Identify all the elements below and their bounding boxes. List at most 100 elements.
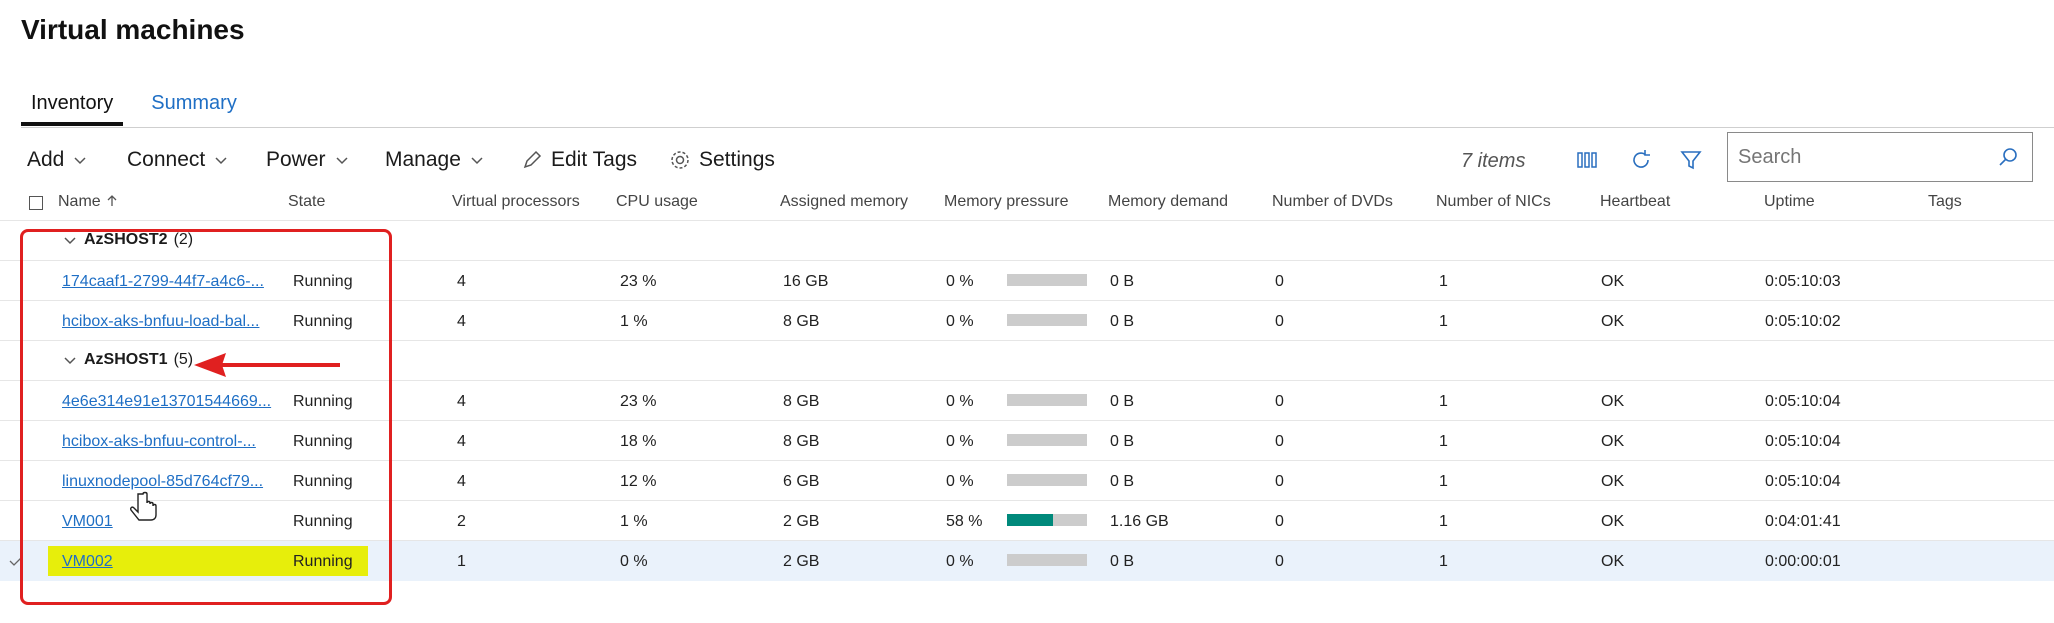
columns-icon[interactable] <box>1573 146 1601 174</box>
column-header-dvds[interactable]: Number of DVDs <box>1272 193 1393 211</box>
vproc-cell: 4 <box>457 313 466 330</box>
items-count: 7 items <box>1461 150 1526 172</box>
uptime-cell: 0:05:10:03 <box>1765 273 1841 290</box>
dvds-cell: 0 <box>1275 473 1284 490</box>
column-header-tags[interactable]: Tags <box>1928 193 1962 211</box>
tab-inventory[interactable]: Inventory <box>21 86 124 126</box>
vm-name-link[interactable]: linuxnodepool-85d764cf79... <box>62 473 263 491</box>
tab-summary[interactable]: Summary <box>141 86 247 126</box>
memory-cell: 16 GB <box>783 273 829 290</box>
demand-cell: 0 B <box>1110 313 1135 330</box>
table-row-selected[interactable]: VM002 Running 1 0 % 2 GB 0 % 0 B 0 1 OK … <box>0 540 2054 581</box>
page-title: Virtual machines <box>21 14 245 45</box>
dvds-cell: 0 <box>1275 273 1284 290</box>
uptime-cell: 0:00:00:01 <box>1765 553 1841 570</box>
group-row-azshost2[interactable]: AzSHOST2 (2) <box>0 220 2054 261</box>
table-row[interactable]: 4e6e314e91e13701544669... Running 4 23 %… <box>0 380 2054 421</box>
memory-pressure-bar <box>1007 474 1087 486</box>
dvds-cell: 0 <box>1275 393 1284 410</box>
table-row[interactable]: hcibox-aks-bnfuu-load-bal... Running 4 1… <box>0 300 2054 341</box>
nics-cell: 1 <box>1439 273 1448 290</box>
column-header-state[interactable]: State <box>288 193 325 211</box>
settings-button[interactable]: Settings <box>669 148 775 172</box>
memory-pressure-bar <box>1007 434 1087 446</box>
toolbar: Add Connect Power Manage Edit Tags Setti… <box>21 132 2040 186</box>
table-row[interactable]: linuxnodepool-85d764cf79... Running 4 12… <box>0 460 2054 501</box>
vm-name-link[interactable]: 4e6e314e91e13701544669... <box>62 393 271 411</box>
column-header-nics[interactable]: Number of NICs <box>1436 193 1551 211</box>
refresh-icon[interactable] <box>1627 146 1655 174</box>
vm-name-link[interactable]: VM002 <box>62 553 113 571</box>
column-header-name-label: Name <box>58 193 101 210</box>
table-row[interactable]: VM001 Running 2 1 % 2 GB 58 % 1.16 GB 0 … <box>0 500 2054 541</box>
uptime-cell: 0:05:10:04 <box>1765 433 1841 450</box>
table-row[interactable]: 174caaf1-2799-44f7-a4c6-... Running 4 23… <box>0 260 2054 301</box>
vm-name-link[interactable]: hcibox-aks-bnfuu-load-bal... <box>62 313 259 331</box>
pressure-cell: 0 % <box>946 433 974 450</box>
memory-pressure-fill <box>1007 514 1054 526</box>
cpu-cell: 23 % <box>620 273 657 290</box>
connect-label: Connect <box>127 148 206 171</box>
vm-name-link[interactable]: 174caaf1-2799-44f7-a4c6-... <box>62 273 264 291</box>
heartbeat-cell: OK <box>1601 473 1625 490</box>
state-cell: Running <box>293 553 353 570</box>
memory-cell: 2 GB <box>783 553 820 570</box>
state-cell: Running <box>293 273 353 290</box>
select-all-checkbox[interactable] <box>29 196 43 210</box>
group-name: AzSHOST1 <box>84 351 168 368</box>
tabs-divider <box>21 127 2054 128</box>
heartbeat-cell: OK <box>1601 313 1625 330</box>
pressure-cell: 58 % <box>946 513 983 530</box>
pressure-cell: 0 % <box>946 393 974 410</box>
vm-name-link[interactable]: hcibox-aks-bnfuu-control-... <box>62 433 256 451</box>
chevron-down-icon <box>74 157 86 165</box>
demand-cell: 0 B <box>1110 433 1135 450</box>
column-header-uptime[interactable]: Uptime <box>1764 193 1815 211</box>
search-icon[interactable] <box>1996 145 2020 169</box>
memory-cell: 8 GB <box>783 393 820 410</box>
nics-cell: 1 <box>1439 393 1448 410</box>
cpu-cell: 0 % <box>620 553 648 570</box>
gear-icon <box>671 151 689 169</box>
vproc-cell: 1 <box>457 553 466 570</box>
column-header-assigned-memory[interactable]: Assigned memory <box>780 193 908 211</box>
nics-cell: 1 <box>1439 513 1448 530</box>
column-header-heartbeat[interactable]: Heartbeat <box>1600 193 1670 211</box>
power-menu-button[interactable]: Power <box>266 148 350 172</box>
memory-cell: 8 GB <box>783 313 820 330</box>
dvds-cell: 0 <box>1275 513 1284 530</box>
nics-cell: 1 <box>1439 433 1448 450</box>
memory-cell: 6 GB <box>783 473 820 490</box>
group-row-azshost1[interactable]: AzSHOST1 (5) <box>0 340 2054 381</box>
chevron-down-icon <box>64 357 76 365</box>
grid-header: Name State Virtual processors CPU usage … <box>0 186 2054 220</box>
table-row[interactable]: hcibox-aks-bnfuu-control-... Running 4 1… <box>0 420 2054 461</box>
connect-menu-button[interactable]: Connect <box>127 148 229 172</box>
filter-icon[interactable] <box>1677 146 1705 174</box>
column-header-cpu[interactable]: CPU usage <box>616 193 698 211</box>
manage-menu-button[interactable]: Manage <box>385 148 485 172</box>
chevron-down-icon <box>336 157 348 165</box>
heartbeat-cell: OK <box>1601 553 1625 570</box>
column-header-memory-pressure[interactable]: Memory pressure <box>944 193 1068 211</box>
column-header-name[interactable]: Name <box>58 193 119 211</box>
nics-cell: 1 <box>1439 473 1448 490</box>
chevron-down-icon <box>471 157 483 165</box>
state-cell: Running <box>293 313 353 330</box>
cpu-cell: 23 % <box>620 393 657 410</box>
search-input[interactable] <box>1728 144 1980 170</box>
column-header-vproc[interactable]: Virtual processors <box>452 193 580 211</box>
column-header-memory-demand[interactable]: Memory demand <box>1108 193 1228 211</box>
demand-cell: 0 B <box>1110 393 1135 410</box>
uptime-cell: 0:05:10:04 <box>1765 393 1841 410</box>
memory-pressure-bar <box>1007 274 1087 286</box>
vm-name-link[interactable]: VM001 <box>62 513 113 531</box>
search-box <box>1727 132 2033 182</box>
uptime-cell: 0:05:10:04 <box>1765 473 1841 490</box>
edit-tags-button[interactable]: Edit Tags <box>521 148 637 172</box>
demand-cell: 0 B <box>1110 273 1135 290</box>
demand-cell: 0 B <box>1110 553 1135 570</box>
checkmark-icon <box>9 556 23 566</box>
dvds-cell: 0 <box>1275 553 1284 570</box>
add-menu-button[interactable]: Add <box>27 148 88 172</box>
